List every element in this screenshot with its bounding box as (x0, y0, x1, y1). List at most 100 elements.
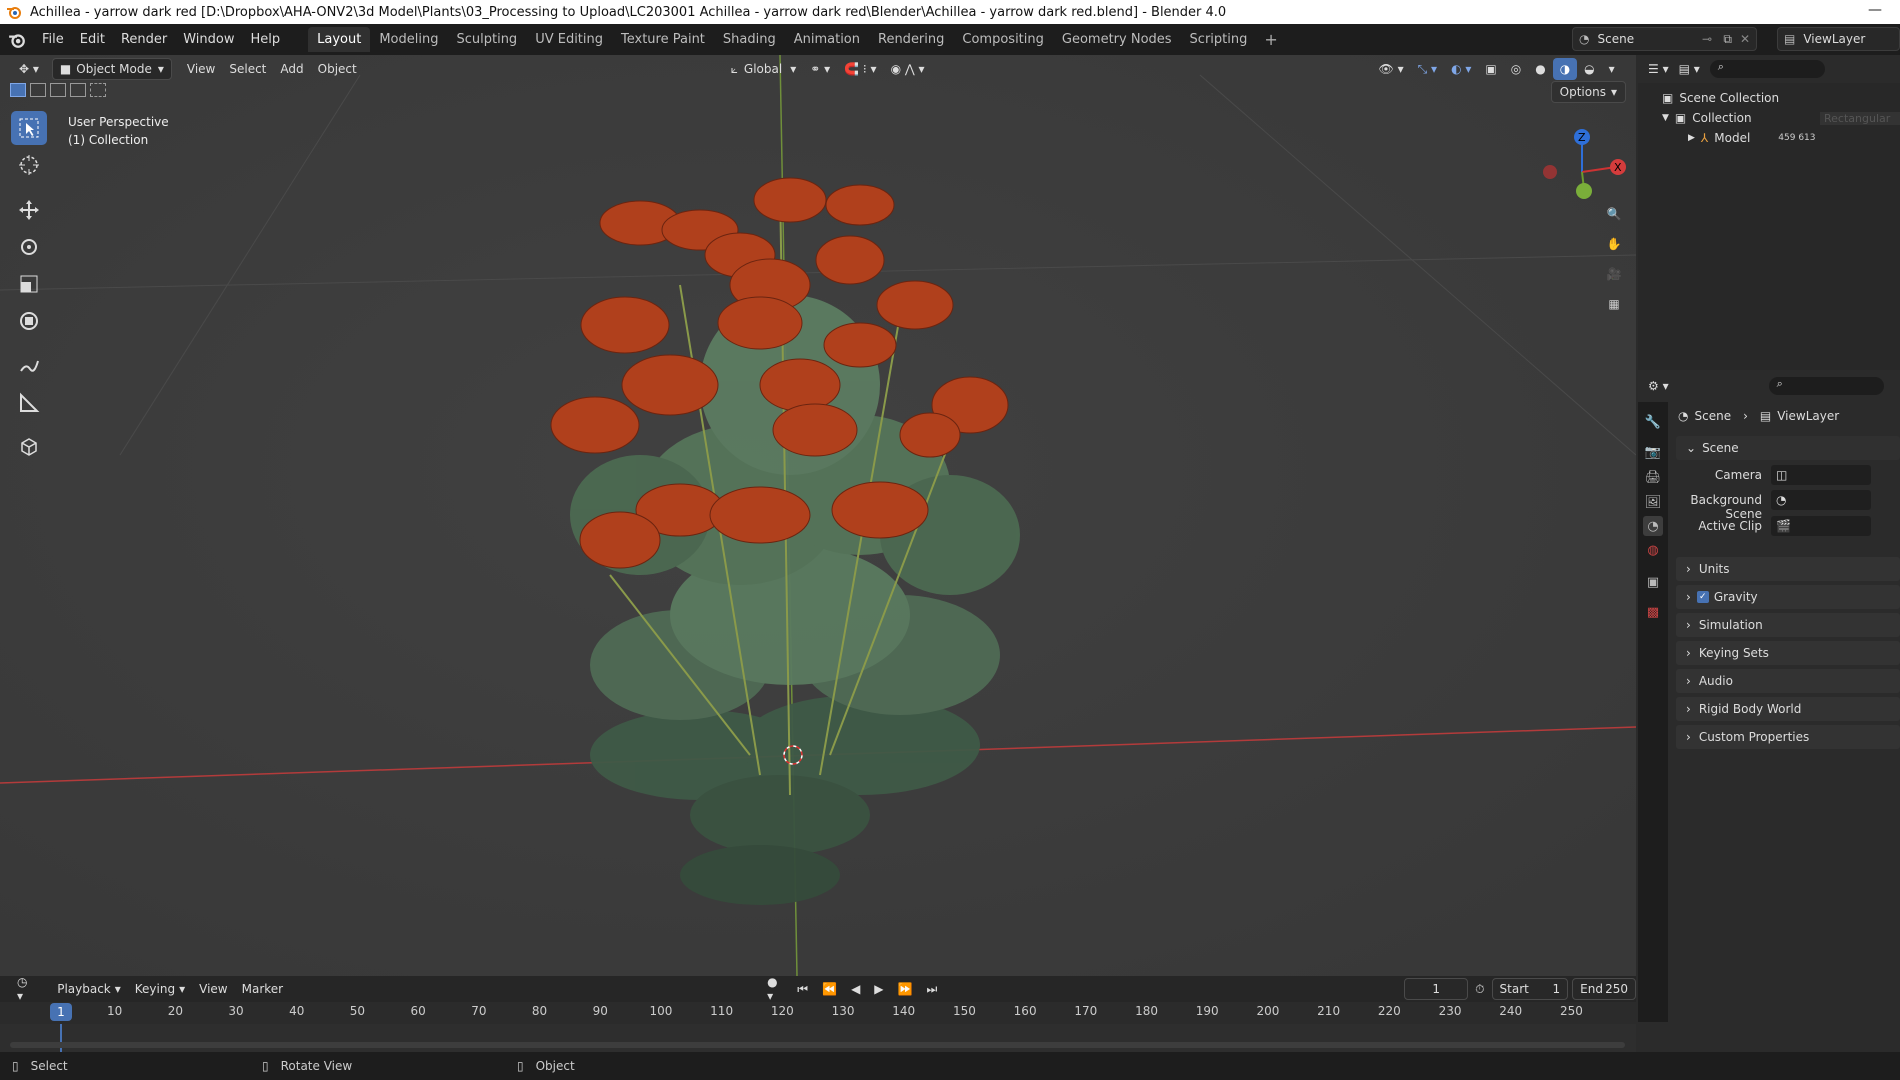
expand-arrow-icon[interactable]: ▼ (1662, 113, 1669, 123)
proportional-edit-icon[interactable]: ◉ ⋀ ▾ (884, 58, 932, 80)
overlay-toggle-icon[interactable]: ◐ ▾ (1444, 58, 1478, 80)
panel-custom-properties[interactable]: › Custom Properties (1676, 725, 1900, 749)
menu-file[interactable]: File (34, 32, 72, 47)
delete-scene-icon[interactable]: ✕ (1740, 32, 1750, 46)
gravity-checkbox[interactable]: ✓ (1696, 591, 1709, 603)
add-cube-tool[interactable] (11, 429, 47, 463)
panel-units[interactable]: › Units (1676, 557, 1900, 581)
play-reverse-icon[interactable]: ◀ (844, 978, 867, 1000)
collection-tab-icon[interactable]: ▣ (1643, 572, 1663, 592)
jump-end-icon[interactable]: ⏭ (919, 978, 944, 1000)
prev-keyframe-icon[interactable]: ⏪ (815, 978, 844, 1000)
perspective-toggle-icon[interactable]: ▦ (1600, 290, 1628, 318)
3d-viewport[interactable]: ✥ ▾ ■ Object Mode ▾ View Select Add Obje… (0, 55, 1636, 976)
shading-options-icon[interactable]: ▾ (1602, 58, 1622, 80)
new-scene-icon[interactable]: ⧉ (1723, 32, 1732, 47)
viewlayer-selector[interactable]: ▤ ViewLayer (1777, 27, 1900, 51)
menu-playback[interactable]: Playback ▾ (50, 978, 128, 1000)
minimize-button[interactable]: — (1868, 2, 1882, 18)
pan-hand-icon[interactable]: ✋ (1600, 230, 1628, 258)
solid-shading-icon[interactable]: ● (1528, 58, 1552, 80)
object-mode-dropdown[interactable]: ■ Object Mode ▾ (51, 58, 172, 80)
play-icon[interactable]: ▶ (867, 978, 890, 1000)
editor-type-icon[interactable]: ✥ ▾ (12, 58, 46, 80)
transform-tool[interactable] (11, 304, 47, 338)
timeline-scrollbar[interactable] (10, 1042, 1625, 1048)
tab-compositing[interactable]: Compositing (953, 27, 1053, 52)
stopwatch-icon[interactable]: ⏱ (1468, 978, 1491, 1000)
menu-window[interactable]: Window (175, 32, 242, 47)
xray-icon[interactable]: ▣ (1478, 58, 1503, 80)
options-dropdown[interactable]: Options ▾ (1550, 81, 1626, 103)
zoom-icon[interactable]: 🔍 (1600, 200, 1628, 228)
world-tab-icon[interactable]: ◍ (1643, 540, 1663, 560)
texture-tab-icon[interactable]: ▩ (1643, 602, 1663, 622)
material-shading-icon[interactable]: ◑ (1552, 58, 1578, 80)
blender-menu-icon[interactable] (8, 31, 26, 49)
camera-field[interactable]: ◫ (1771, 465, 1871, 485)
outliner-search-field[interactable]: ⌕ (1709, 60, 1825, 78)
wireframe-shading-icon[interactable]: ◎ (1504, 58, 1528, 80)
expand-arrow-icon[interactable]: ▶ (1688, 133, 1695, 143)
panel-simulation[interactable]: › Simulation (1676, 613, 1900, 637)
panel-audio[interactable]: › Audio (1676, 669, 1900, 693)
navigation-gizmo[interactable]: Z X (1530, 117, 1630, 207)
rotate-tool[interactable] (11, 230, 47, 264)
end-frame-field[interactable]: End 250 (1572, 978, 1637, 1000)
visibility-icon[interactable]: 👁 ▾ (1372, 58, 1411, 80)
outliner-editor-type-icon[interactable]: ☰ ▾ (1648, 62, 1669, 76)
cursor-tool[interactable] (11, 148, 47, 182)
jump-start-icon[interactable]: ⏮ (790, 978, 815, 1000)
record-icon[interactable]: ● ▾ (760, 975, 790, 1003)
transform-orientation-dropdown[interactable]: ⟀ Global ▾ (724, 58, 804, 80)
pin-icon[interactable]: ⊸ (1702, 32, 1712, 46)
tab-scripting[interactable]: Scripting (1181, 27, 1257, 52)
menu-select[interactable]: Select (222, 58, 273, 80)
annotate-tool[interactable] (11, 349, 47, 383)
timeline-editor[interactable]: ◷ ▾ Playback ▾ Keying ▾ View Marker ● ▾ ⏮ … (0, 975, 1637, 1052)
tab-sculpting[interactable]: Sculpting (447, 27, 526, 52)
outliner-row-scene-collection[interactable]: ▣ Scene Collection (1662, 88, 1779, 108)
tab-animation[interactable]: Animation (785, 27, 869, 52)
timeline-ruler[interactable]: 1 10 20 30 40 50 60 70 80 90 100 110 120 130 140 150 16… (0, 1002, 1636, 1024)
menu-render[interactable]: Render (113, 32, 175, 47)
gizmo-y-icon[interactable] (1576, 183, 1592, 199)
menu-help[interactable]: Help (243, 32, 289, 47)
tab-texture-paint[interactable]: Texture Paint (612, 27, 714, 52)
display-mode-icon[interactable]: ▤ ▾ (1679, 62, 1700, 76)
menu-view[interactable]: View (180, 58, 222, 80)
snap-icon[interactable]: 🧲 ⁝ ▾ (837, 58, 883, 80)
camera-view-icon[interactable]: 🎥 (1600, 260, 1628, 288)
move-tool[interactable] (11, 193, 47, 227)
active-clip-field[interactable]: 🎬 (1771, 516, 1871, 536)
add-workspace-icon[interactable]: + (1256, 30, 1285, 49)
menu-add[interactable]: Add (273, 58, 310, 80)
select-box-tool[interactable] (11, 111, 47, 145)
menu-timeline-view[interactable]: View (192, 978, 234, 1000)
start-frame-field[interactable]: Start 1 (1491, 978, 1569, 1000)
render-tab-icon[interactable]: 📷 (1643, 442, 1663, 462)
rendered-shading-icon[interactable]: ◒ (1577, 58, 1601, 80)
select-new-icon[interactable] (10, 83, 26, 97)
menu-edit[interactable]: Edit (72, 32, 113, 47)
measure-tool[interactable] (11, 386, 47, 420)
tab-layout[interactable]: Layout (308, 27, 371, 52)
background-scene-field[interactable]: ◔ (1771, 490, 1871, 510)
gizmo-neg-x-icon[interactable] (1543, 165, 1557, 179)
tab-geometry-nodes[interactable]: Geometry Nodes (1053, 27, 1181, 52)
next-keyframe-icon[interactable]: ⏩ (891, 978, 920, 1000)
outliner-row-model[interactable]: ▶ ⅄ Model 459 613 (1688, 128, 1816, 148)
playhead[interactable]: 1 (50, 1003, 72, 1021)
panel-rigid-body-world[interactable]: › Rigid Body World (1676, 697, 1900, 721)
properties-search-field[interactable]: ⌕ (1768, 377, 1884, 395)
timeline-editor-type-icon[interactable]: ◷ ▾ (10, 975, 40, 1003)
select-extend-icon[interactable] (30, 83, 46, 97)
select-intersect-icon[interactable] (90, 83, 106, 97)
tab-rendering[interactable]: Rendering (869, 27, 953, 52)
menu-keying[interactable]: Keying ▾ (128, 978, 192, 1000)
output-tab-icon[interactable]: 🖨 (1643, 467, 1663, 487)
scale-tool[interactable] (11, 267, 47, 301)
menu-object[interactable]: Object (311, 58, 364, 80)
tab-uv-editing[interactable]: UV Editing (526, 27, 612, 52)
tool-tab-icon[interactable]: 🔧 (1643, 412, 1663, 432)
